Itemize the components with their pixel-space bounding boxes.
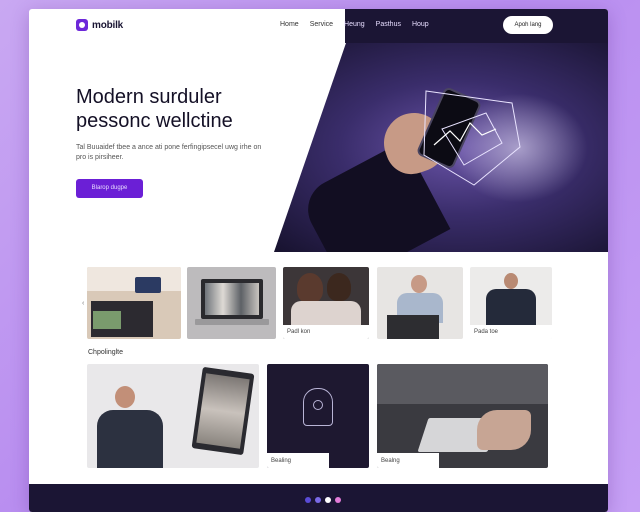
thumb-1-laptop xyxy=(135,277,161,293)
nav-link-houp[interactable]: Houp xyxy=(412,21,429,28)
chevron-left-icon[interactable]: ‹ xyxy=(82,300,84,307)
logo-icon xyxy=(76,19,88,31)
feature-1-head xyxy=(115,386,135,408)
thumb-2-screen-content xyxy=(205,283,259,315)
carousel-item-3[interactable]: Padl kon xyxy=(283,267,369,339)
thumb-3-person-b xyxy=(327,273,351,301)
brand-name: mobilk xyxy=(92,19,124,31)
carousel-item-4[interactable] xyxy=(377,267,463,339)
thumb-5-head xyxy=(504,273,518,289)
feature-card-3[interactable]: Bealng xyxy=(377,364,548,468)
feature-caption-2: Bealing xyxy=(267,453,329,468)
feature-caption-3: Bealng xyxy=(377,453,439,468)
carousel-caption-5: Pada toe xyxy=(470,325,552,339)
carousel-item-2[interactable] xyxy=(187,267,276,339)
hero-cta-button[interactable]: Blarop dugpe xyxy=(76,179,143,198)
thumb-3-person-a xyxy=(297,273,323,303)
hero-title: Modern surduler pessonc wellctine xyxy=(76,86,233,132)
nav-link-pasthus[interactable]: Pasthus xyxy=(376,21,401,28)
landing-page: mobilk Home Service Heung Pasthus Houp A… xyxy=(29,9,608,512)
pager-dots xyxy=(305,497,341,503)
top-nav: mobilk Home Service Heung Pasthus Houp A… xyxy=(29,9,608,43)
hero-image xyxy=(274,43,608,252)
nav-link-heung[interactable]: Heung xyxy=(344,21,365,28)
feature-2-emblem-core xyxy=(313,400,323,410)
thumb-3-shoulders xyxy=(291,301,361,325)
feature-1-jacket xyxy=(97,410,163,468)
brand-logo[interactable]: mobilk xyxy=(76,19,123,31)
nav-link-home[interactable]: Home xyxy=(280,21,299,28)
nav-links: Home Service Heung Pasthus Houp xyxy=(280,21,429,28)
hero-subtitle: Tal Buuaidef tbee a ance ati pone ferfin… xyxy=(76,144,262,161)
nav-link-service[interactable]: Service xyxy=(310,21,333,28)
thumb-1-paper xyxy=(93,311,121,329)
pager-dot-3[interactable] xyxy=(325,497,331,503)
carousel-item-1[interactable] xyxy=(87,267,181,339)
hero-wireframe-graphic xyxy=(423,90,521,186)
nav-cta-button[interactable]: Apoh lang xyxy=(503,16,553,34)
carousel-item-5[interactable]: Pada toe xyxy=(470,267,552,339)
thumb-4-laptop xyxy=(387,315,439,339)
feature-3-backdrop xyxy=(377,364,548,404)
footer-bar xyxy=(29,484,608,512)
thumb-2-laptop-base xyxy=(195,319,269,325)
thumb-4-head xyxy=(411,275,427,293)
feature-card-1[interactable] xyxy=(87,364,259,468)
carousel-caption-3: Padl kon xyxy=(283,325,369,339)
pager-dot-4[interactable] xyxy=(335,497,341,503)
feature-card-2[interactable]: Bealing xyxy=(267,364,369,468)
thumb-5-jacket xyxy=(486,289,536,325)
section-label: Chpolinglte xyxy=(88,349,124,356)
pager-dot-1[interactable] xyxy=(305,497,311,503)
thumb-1-wall xyxy=(87,267,181,291)
pager-dot-2[interactable] xyxy=(315,497,321,503)
feature-3-hands xyxy=(477,410,531,450)
